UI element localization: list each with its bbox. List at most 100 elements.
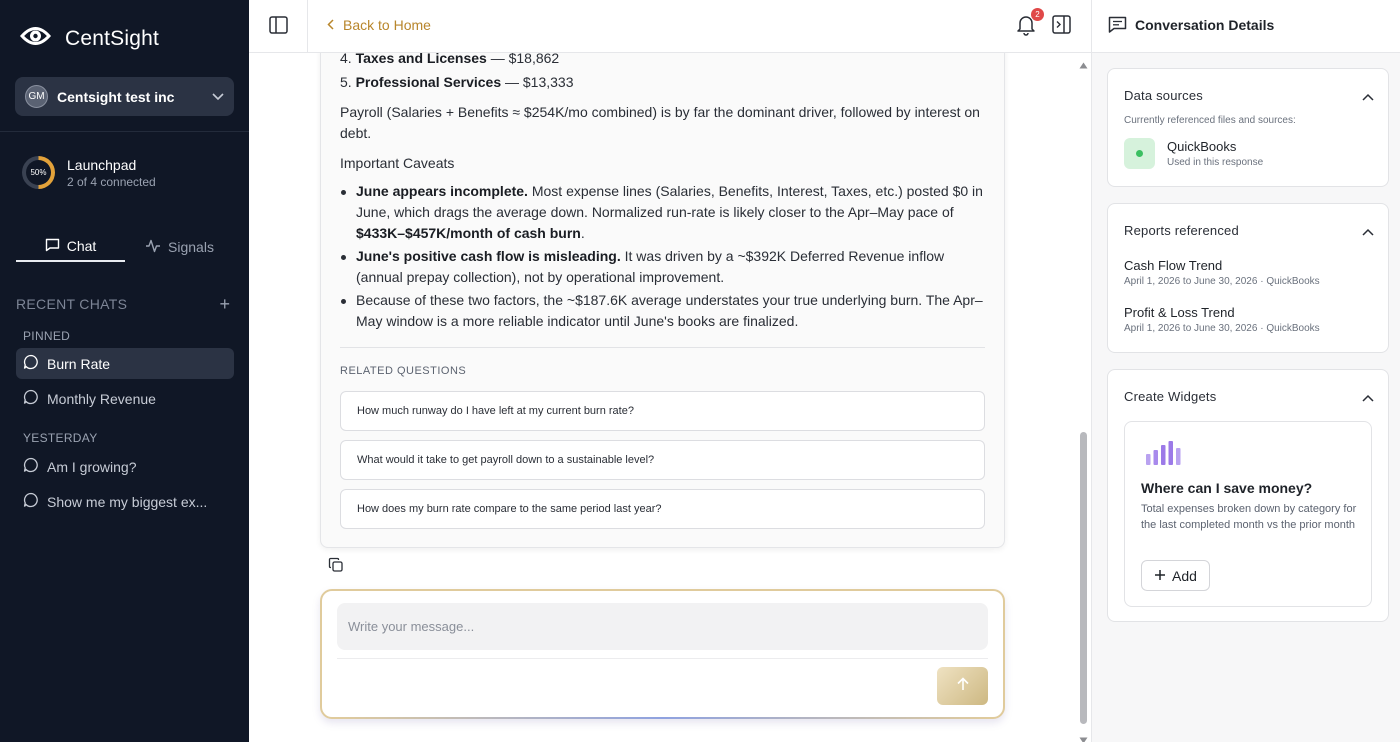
sidebar-tabs: Chat Signals <box>16 232 234 262</box>
composer-divider <box>337 658 988 659</box>
launchpad-percent: 50% <box>26 160 51 185</box>
report-meta: April 1, 2026 to June 30, 2026 · QuickBo… <box>1124 276 1320 287</box>
caveat-bold: June's positive cash flow is misleading. <box>356 248 621 264</box>
source-usage: Used in this response <box>1167 157 1264 168</box>
message-square-icon <box>1108 16 1127 39</box>
chat-item-label: Am I growing? <box>47 458 137 475</box>
chat-item-monthly-revenue[interactable]: Monthly Revenue <box>16 383 234 414</box>
composer-glow <box>336 717 989 719</box>
caveat-bullet: June appears incomplete. Most expense li… <box>340 181 990 244</box>
caveat-text: Because of these two factors, the ~$187.… <box>356 292 983 329</box>
caveat-bold: $433K–$457K/month of cash burn <box>356 225 581 241</box>
assistant-message-content: 4. Taxes and Licenses — $18,862 5. Profe… <box>340 48 990 332</box>
chat-item-biggest-expenses[interactable]: Show me my biggest ex... <box>16 486 234 517</box>
chat-bubble-icon <box>23 354 39 373</box>
chat-item-burn-rate[interactable]: Burn Rate <box>16 348 234 379</box>
widgets-title: Create Widgets <box>1124 389 1217 404</box>
create-widgets-section: Create Widgets Where can I save money? T… <box>1107 369 1389 622</box>
source-name: QuickBooks <box>1167 139 1237 154</box>
related-divider <box>340 347 985 348</box>
chat-item-label: Burn Rate <box>47 355 111 372</box>
back-to-home-label: Back to Home <box>343 17 431 33</box>
caveat-bullet: Because of these two factors, the ~$187.… <box>340 290 990 332</box>
scrollbar-thumb[interactable] <box>1080 432 1087 724</box>
chat-bubble-icon <box>23 492 39 511</box>
add-label: Add <box>1172 567 1197 584</box>
activity-icon <box>145 239 161 256</box>
right-panel-toggle-icon[interactable] <box>1052 15 1071 39</box>
brand-name: CentSight <box>65 26 160 50</box>
report-title[interactable]: Profit & Loss Trend <box>1124 305 1235 320</box>
copy-icon[interactable] <box>328 557 344 578</box>
list-item-value: — $13,333 <box>501 74 574 90</box>
related-question[interactable]: How much runway do I have left at my cur… <box>340 391 985 431</box>
data-sources-section: Data sources Currently referenced files … <box>1107 68 1389 187</box>
top-bar: Back to Home 2 <box>249 0 1091 53</box>
scrollbar[interactable] <box>1077 54 1090 742</box>
reports-title: Reports referenced <box>1124 223 1239 238</box>
sidebar-toggle-icon[interactable] <box>269 16 288 39</box>
recent-chats-label: RECENT CHATS <box>16 296 128 312</box>
chat-item-label: Monthly Revenue <box>47 390 156 407</box>
chevron-left-icon <box>327 17 334 33</box>
chat-item-am-i-growing[interactable]: Am I growing? <box>16 451 234 482</box>
quickbooks-icon <box>1124 138 1155 169</box>
org-name: Centsight test inc <box>57 88 175 105</box>
pinned-label: PINNED <box>23 329 71 343</box>
sidebar: CentSight GM Centsight test inc 50% Laun… <box>0 0 249 742</box>
message-input[interactable] <box>337 603 988 650</box>
chat-bubble-icon <box>23 457 39 476</box>
yesterday-label: YESTERDAY <box>23 431 98 445</box>
chevron-down-icon <box>212 88 224 106</box>
tab-chat-label: Chat <box>66 238 97 254</box>
related-question[interactable]: What would it take to get payroll down t… <box>340 440 985 480</box>
launchpad-subtitle: 2 of 4 connected <box>67 174 156 189</box>
eye-logo-icon <box>19 24 52 53</box>
caveat-bold: June appears incomplete. <box>356 183 528 199</box>
chat-item-label: Show me my biggest ex... <box>47 493 208 510</box>
launchpad-title: Launchpad <box>67 156 137 173</box>
brand[interactable]: CentSight <box>19 24 160 53</box>
bar-chart-icon <box>1145 440 1185 471</box>
chat-bubble-icon <box>45 238 60 255</box>
data-sources-title: Data sources <box>1124 88 1203 103</box>
related-questions-label: RELATED QUESTIONS <box>340 365 467 377</box>
sidebar-divider <box>0 131 249 132</box>
plus-icon <box>1154 568 1166 584</box>
launchpad-progress-ring: 50% <box>22 156 55 189</box>
chevron-up-icon[interactable] <box>1362 223 1374 241</box>
data-sources-subtitle: Currently referenced files and sources: <box>1124 115 1296 126</box>
conversation-details-panel: Conversation Details Data sources Curren… <box>1091 0 1400 742</box>
back-to-home-link[interactable]: Back to Home <box>327 17 431 33</box>
caveat-text: . <box>580 225 585 241</box>
tab-chat[interactable]: Chat <box>16 232 125 262</box>
chevron-up-icon[interactable] <box>1362 88 1374 106</box>
send-button[interactable] <box>937 667 988 705</box>
add-widget-button[interactable]: Add <box>1141 560 1210 591</box>
launchpad[interactable]: 50% Launchpad 2 of 4 connected <box>22 156 156 189</box>
scroll-up-arrow-icon[interactable] <box>1079 56 1088 74</box>
chevron-up-icon[interactable] <box>1362 389 1374 407</box>
widget-card[interactable]: Where can I save money? Total expenses b… <box>1124 421 1372 607</box>
tab-signals-label: Signals <box>168 239 214 255</box>
topbar-separator <box>307 0 308 53</box>
chat-bubble-icon <box>23 389 39 408</box>
org-switcher[interactable]: GM Centsight test inc <box>15 77 234 116</box>
tab-signals[interactable]: Signals <box>125 232 234 262</box>
list-number: 5. <box>340 74 352 90</box>
caveat-bullet: June's positive cash flow is misleading.… <box>340 246 990 288</box>
arrow-up-icon <box>955 676 971 697</box>
report-meta: April 1, 2026 to June 30, 2026 · QuickBo… <box>1124 323 1320 334</box>
caveats-heading: Important Caveats <box>340 155 455 171</box>
list-item-name: Professional Services <box>355 74 502 90</box>
recent-chats-header: RECENT CHATS + <box>16 295 230 313</box>
related-question[interactable]: How does my burn rate compare to the sam… <box>340 489 985 529</box>
widget-title: Where can I save money? <box>1141 480 1313 496</box>
report-title[interactable]: Cash Flow Trend <box>1124 258 1222 273</box>
details-title: Conversation Details <box>1135 17 1275 33</box>
main-chat-area: Back to Home 2 4. Taxes and Licenses — $… <box>249 0 1091 742</box>
scroll-down-arrow-icon[interactable] <box>1079 731 1088 742</box>
summary-paragraph: Payroll (Salaries + Benefits ≈ $254K/mo … <box>340 104 980 141</box>
new-chat-plus-icon[interactable]: + <box>219 295 230 313</box>
org-avatar: GM <box>25 85 48 108</box>
